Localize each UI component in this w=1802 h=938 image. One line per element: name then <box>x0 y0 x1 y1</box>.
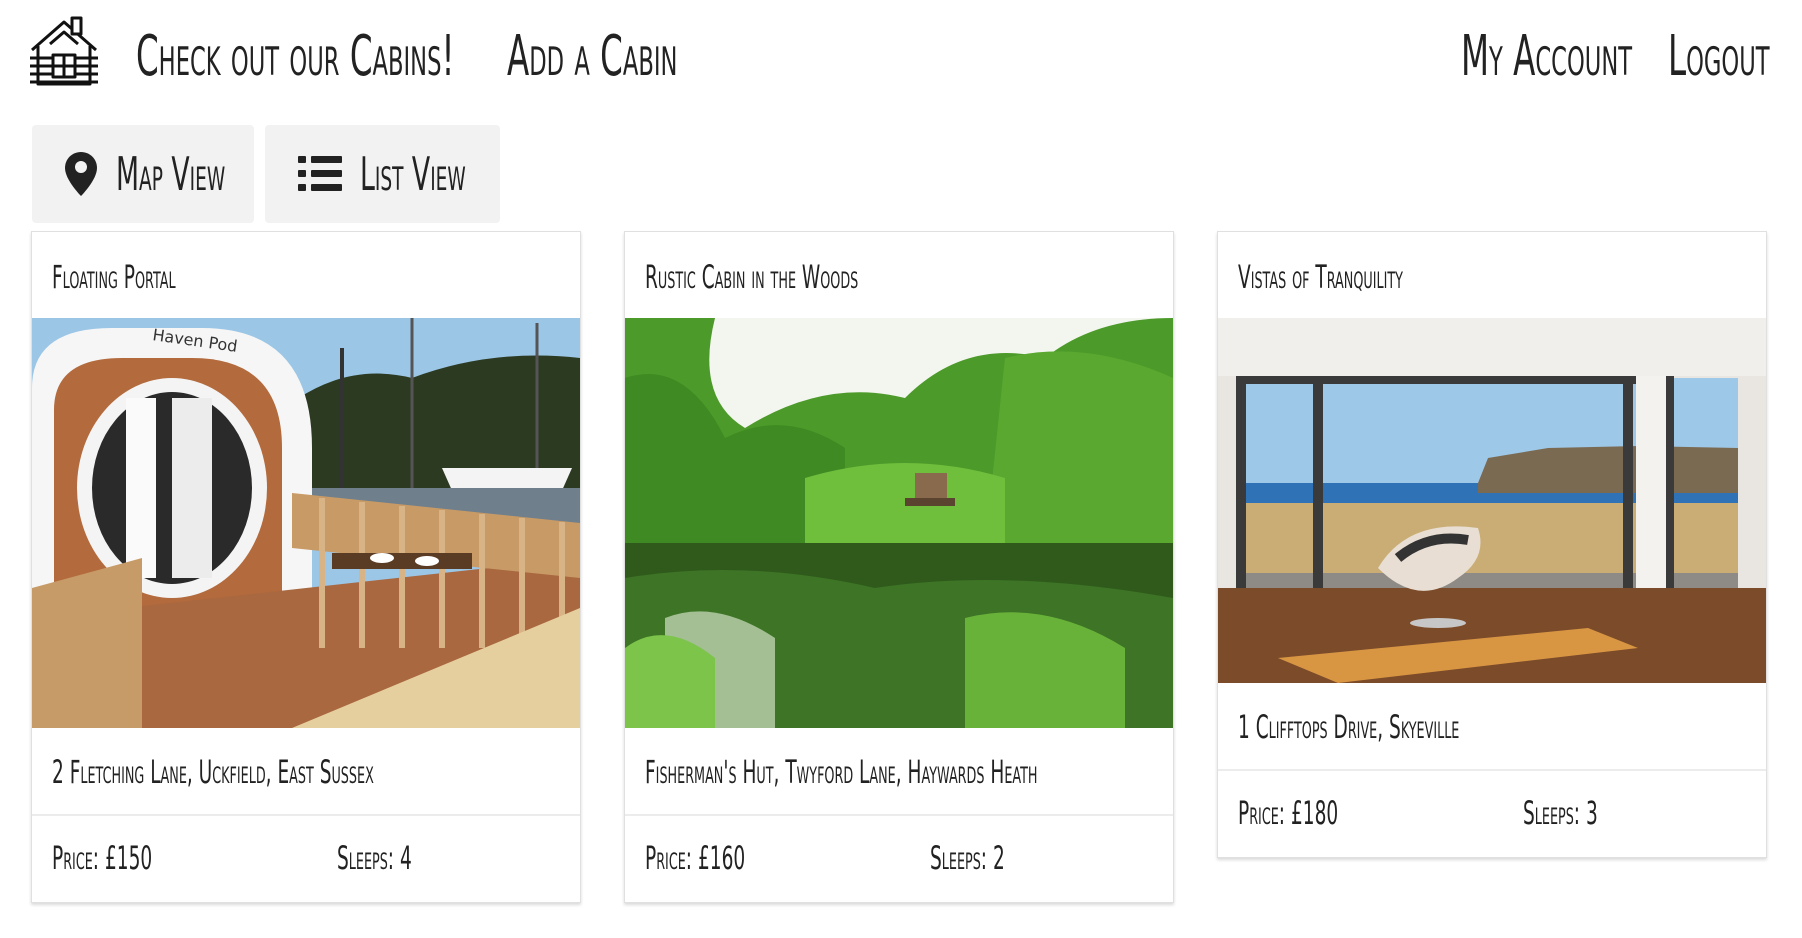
cabin-card-footer: Price: £160 Sleeps: 2 <box>625 816 1173 902</box>
cabin-address: 1 Clifftops Drive, Skyeville <box>1238 708 1460 746</box>
logout-nav-link[interactable]: Logout <box>1668 22 1770 92</box>
top-navbar: Check out our Cabins! Add a Cabin My Acc… <box>0 0 1802 115</box>
cabin-card-header: Floating Portal <box>32 232 580 318</box>
cabin-card[interactable]: Floating Portal Haven Pod 2 Fletching La… <box>31 231 581 903</box>
cabin-card-footer: Price: £150 Sleeps: 4 <box>32 816 580 902</box>
cabin-address: 2 Fletching Lane, Uckfield, East Sussex <box>52 753 374 791</box>
cabin-title[interactable]: Floating Portal <box>52 259 176 295</box>
cabin-address: Fisherman's Hut, Twyford Lane, Haywards … <box>645 753 1038 791</box>
cabin-price: Price: £160 <box>645 839 746 877</box>
cabin-card[interactable]: Rustic Cabin in the Woods Fisherman's Hu… <box>624 231 1174 903</box>
cabin-card-footer: Price: £180 Sleeps: 3 <box>1218 771 1766 857</box>
map-view-button[interactable]: Map View <box>32 125 254 223</box>
cabin-photo[interactable]: Haven Pod <box>32 318 580 728</box>
cabin-address-row: 2 Fletching Lane, Uckfield, East Sussex <box>32 728 580 816</box>
cabin-card-header: Vistas of Tranquility <box>1218 232 1766 318</box>
cabin-address-row: Fisherman's Hut, Twyford Lane, Haywards … <box>625 728 1173 816</box>
cabins-nav-link[interactable]: Check out our Cabins! <box>136 22 454 92</box>
cabin-price: Price: £150 <box>52 839 153 877</box>
cabin-photo[interactable] <box>1218 318 1766 683</box>
add-cabin-nav-link[interactable]: Add a Cabin <box>507 22 677 92</box>
my-account-nav-link[interactable]: My Account <box>1461 22 1632 92</box>
list-view-label: List View <box>360 147 466 201</box>
cabin-photo[interactable] <box>625 318 1173 728</box>
cabin-card-header: Rustic Cabin in the Woods <box>625 232 1173 318</box>
cabin-sleeps: Sleeps: 2 <box>930 839 1005 877</box>
list-icon <box>298 156 342 191</box>
map-pin-icon <box>65 152 97 196</box>
cabin-title[interactable]: Rustic Cabin in the Woods <box>645 259 858 295</box>
cabin-title[interactable]: Vistas of Tranquility <box>1238 259 1403 295</box>
list-view-button[interactable]: List View <box>265 125 500 223</box>
cabin-price: Price: £180 <box>1238 794 1339 832</box>
map-view-label: Map View <box>116 147 226 201</box>
log-cabin-icon[interactable] <box>26 14 102 90</box>
cabin-sleeps: Sleeps: 4 <box>337 839 412 877</box>
cabin-sleeps: Sleeps: 3 <box>1523 794 1598 832</box>
cabin-card[interactable]: Vistas of Tranquility 1 Clifftops Drive,… <box>1217 231 1767 858</box>
cabin-address-row: 1 Clifftops Drive, Skyeville <box>1218 683 1766 771</box>
